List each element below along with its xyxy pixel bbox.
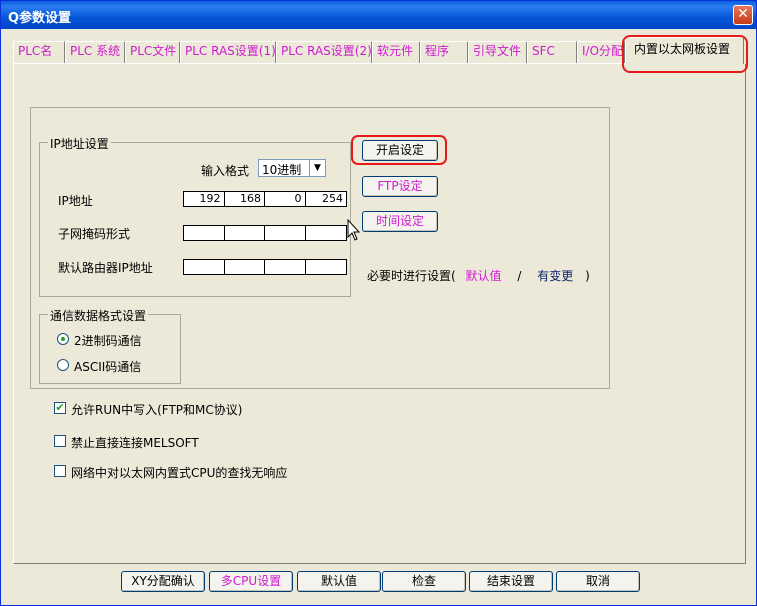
ascii-radio-label: ASCII码通信: [74, 360, 142, 374]
ip-address-field[interactable]: 192 168 0 254: [183, 191, 347, 207]
xy-confirm-button[interactable]: XY分配确认: [121, 571, 205, 592]
tab-io-assignment[interactable]: I/O分配: [577, 41, 625, 63]
tab-plc-ras-1[interactable]: PLC RAS设置(1): [180, 41, 276, 63]
ip-octet-4[interactable]: 254: [306, 192, 346, 206]
tab-plc-name[interactable]: PLC名: [13, 41, 65, 63]
defaults-button[interactable]: 默认值: [297, 571, 381, 592]
disable-direct-melsoft-label: 禁止直接连接MELSOFT: [71, 436, 199, 450]
gateway-octet-3[interactable]: [265, 260, 306, 274]
default-gateway-field[interactable]: [183, 259, 347, 275]
subnet-octet-1[interactable]: [184, 226, 225, 240]
ip-octet-2[interactable]: 168: [225, 192, 265, 206]
multi-cpu-button[interactable]: 多CPU设置: [209, 571, 293, 592]
disable-direct-melsoft-checkbox[interactable]: [54, 435, 66, 447]
subnet-mask-field[interactable]: [183, 225, 347, 241]
open-settings-button[interactable]: 开启设定: [362, 140, 438, 161]
mouse-cursor-icon: [347, 219, 361, 241]
tab-plc-file[interactable]: PLC文件: [125, 41, 180, 63]
tab-sfc[interactable]: SFC: [527, 41, 577, 63]
time-settings-button[interactable]: 时间设定: [362, 211, 438, 232]
binary-radio[interactable]: [57, 333, 69, 345]
no-response-search-checkbox[interactable]: [54, 465, 66, 477]
title-bar[interactable]: Q参数设置 ✕: [1, 1, 756, 29]
ascii-radio[interactable]: [57, 359, 69, 371]
note-changed: 有变更: [537, 269, 574, 283]
tab-program[interactable]: 程序: [420, 41, 468, 63]
finish-settings-button[interactable]: 结束设置: [469, 571, 553, 592]
no-response-search-label: 网络中对以太网内置式CPU的查找无响应: [71, 466, 288, 480]
tab-strip: PLC名 PLC 系统 PLC文件 PLC RAS设置(1) PLC RAS设置…: [13, 37, 748, 64]
ip-octet-1[interactable]: 192: [184, 192, 225, 206]
window-title: Q参数设置: [8, 11, 72, 26]
note-slash: /: [517, 269, 522, 283]
settings-note: 必要时进行设置( 默认值 / 有变更 ): [367, 267, 590, 284]
ip-group-title: IP地址设置: [48, 135, 111, 152]
tab-builtin-ethernet[interactable]: 内置以太网板设置: [625, 37, 744, 64]
gateway-octet-1[interactable]: [184, 260, 225, 274]
gateway-octet-4[interactable]: [306, 260, 346, 274]
binary-radio-label: 2进制码通信: [74, 334, 142, 348]
check-button[interactable]: 检查: [382, 571, 466, 592]
gateway-octet-2[interactable]: [225, 260, 265, 274]
tab-device[interactable]: 软元件: [372, 41, 420, 63]
note-prefix: 必要时进行设置(: [367, 269, 456, 283]
ip-address-label: IP地址: [58, 194, 93, 208]
subnet-octet-4[interactable]: [306, 226, 346, 240]
subnet-mask-label: 子网掩码形式: [58, 227, 131, 241]
input-format-select[interactable]: 10进制 ▼: [258, 159, 326, 177]
allow-run-write-label: 允许RUN中写入(FTP和MC协议): [71, 403, 243, 417]
chevron-down-icon[interactable]: ▼: [309, 160, 325, 176]
close-icon[interactable]: ✕: [733, 5, 753, 25]
cancel-button[interactable]: 取消: [556, 571, 640, 592]
input-format-value: 10进制: [262, 163, 302, 177]
ftp-settings-button[interactable]: FTP设定: [362, 176, 438, 197]
allow-run-write-checkbox[interactable]: ✔: [54, 402, 66, 414]
ip-octet-3[interactable]: 0: [265, 192, 306, 206]
note-default: 默认值: [465, 269, 502, 283]
note-suffix: ): [585, 269, 590, 283]
tab-boot-file[interactable]: 引导文件: [468, 41, 527, 63]
input-format-label: 输入格式: [201, 164, 250, 178]
tab-plc-system[interactable]: PLC 系统: [65, 41, 125, 63]
subnet-octet-3[interactable]: [265, 226, 306, 240]
default-gateway-label: 默认路由器IP地址: [58, 261, 153, 275]
parameter-window: Q参数设置 ✕ PLC名 PLC 系统 PLC文件 PLC RAS设置(1) P…: [0, 0, 757, 606]
comm-group-title: 通信数据格式设置: [48, 307, 149, 324]
tab-plc-ras-2[interactable]: PLC RAS设置(2): [276, 41, 372, 63]
subnet-octet-2[interactable]: [225, 226, 265, 240]
